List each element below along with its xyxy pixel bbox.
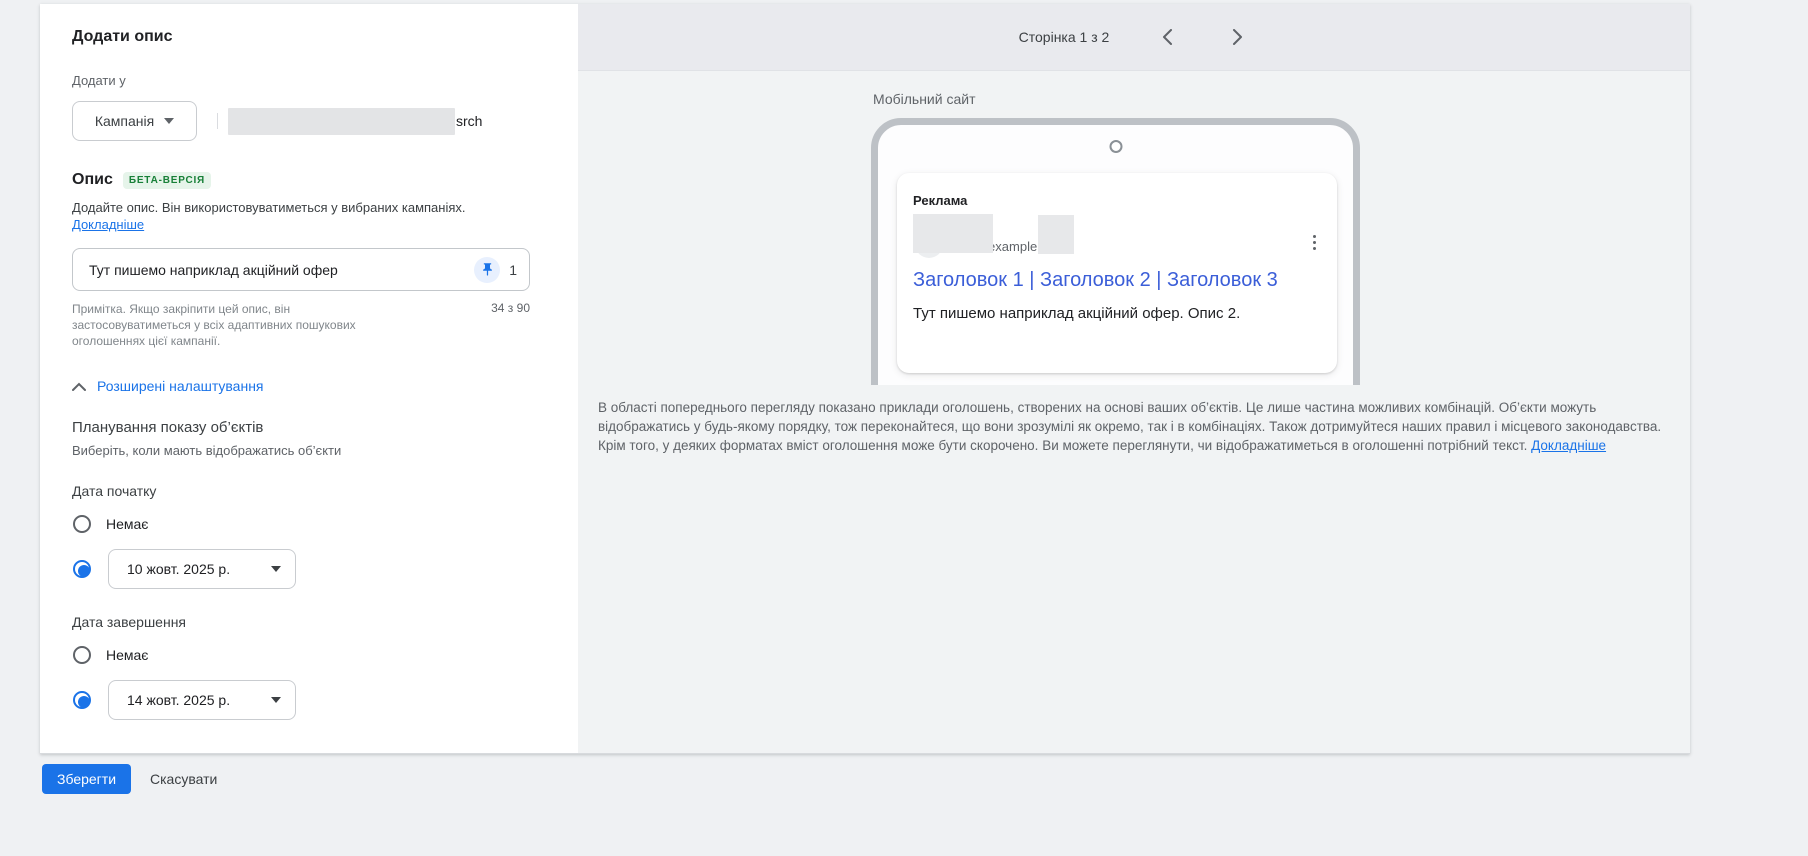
pagination-label: Сторінка 1 з 2 [1019,29,1110,45]
footer-actions: Зберегти Скасувати [42,764,217,794]
end-date-label: Дата завершення [72,614,546,630]
start-date-value-row: 10 жовт. 2025 р. [72,549,546,589]
end-date-value: 14 жовт. 2025 р. [127,692,230,708]
cancel-button[interactable]: Скасувати [150,771,217,787]
help-text-body: Додайте опис. Він використовуватиметься … [72,200,466,215]
end-date-none-label: Немає [106,647,148,663]
start-date-radio-selected[interactable] [73,560,91,578]
learn-more-link[interactable]: Докладніше [72,217,144,232]
beta-badge: БЕТА-ВЕРСІЯ [123,172,211,189]
note-row: Примітка. Якщо закріпити цей опис, він з… [72,301,530,349]
chevron-up-icon [72,382,86,391]
save-button[interactable]: Зберегти [42,764,131,794]
preview-viewport: Мобільний сайт Реклама www.example.com З… [578,71,1690,385]
end-date-none-row: Немає [72,644,546,666]
form-panel: Додати опис Додати у Кампанія srch Опис … [40,4,578,753]
preview-disclaimer: В області попереднього перегляду показан… [598,398,1676,455]
char-counter: 34 з 90 [491,301,530,349]
add-to-label: Додати у [72,73,546,88]
ad-preview-card: Реклама www.example.com Заголовок 1 | За… [897,173,1337,373]
pin-note: Примітка. Якщо закріпити цей опис, він з… [72,301,402,349]
start-date-label: Дата початку [72,483,546,499]
previous-page-button[interactable] [1155,25,1179,49]
scheduling-subtext: Виберіть, коли мають відображатись об’єк… [72,443,546,458]
caret-down-icon [271,697,281,703]
ad-source-row: www.example.com [913,214,1313,256]
chevron-right-icon [1232,29,1243,45]
description-input[interactable] [89,262,474,278]
pin-position-count: 1 [509,262,517,278]
page: Додати опис Додати у Кампанія srch Опис … [0,0,1808,856]
disclaimer-learn-more-link[interactable]: Докладніше [1531,438,1606,453]
start-date-none-row: Немає [72,513,546,535]
start-date-none-radio[interactable] [73,515,91,533]
end-date-dropdown[interactable]: 14 жовт. 2025 р. [108,680,296,720]
disclaimer-body: В області попереднього перегляду показан… [598,400,1661,453]
phone-mockup: Реклама www.example.com Заголовок 1 | За… [871,118,1360,385]
ad-description: Тут пишемо наприклад акційний офер. Опис… [913,305,1313,322]
add-description-dialog: Додати опис Додати у Кампанія srch Опис … [40,4,1690,754]
chevron-left-icon [1162,29,1173,45]
advanced-settings-toggle[interactable]: Розширені налаштування [72,378,546,394]
page-title: Додати опис [72,28,546,46]
start-date-dropdown[interactable]: 10 жовт. 2025 р. [108,549,296,589]
start-date-none-label: Немає [106,516,148,532]
end-date-radio-selected[interactable] [73,691,91,709]
campaign-name-redacted [228,108,455,135]
next-page-button[interactable] [1225,25,1249,49]
divider [217,113,218,129]
ad-options-kebab-icon[interactable] [1305,231,1323,253]
preview-pagination-bar: Сторінка 1 з 2 [578,4,1690,71]
description-help-text: Додайте опис. Він використовуватиметься … [72,199,504,233]
level-selector-dropdown[interactable]: Кампанія [72,101,197,141]
description-input-box: 1 [72,248,530,291]
advanced-settings-label: Розширені налаштування [97,378,264,394]
end-date-value-row: 14 жовт. 2025 р. [72,680,546,720]
ad-headline-link[interactable]: Заголовок 1 | Заголовок 2 | Заголовок 3 [913,269,1313,292]
caret-down-icon [164,118,174,124]
advertiser-name-redacted [1038,215,1074,254]
phone-camera-icon [1109,140,1122,153]
scheduling-heading: Планування показу об’єктів [72,419,546,436]
campaign-name-suffix: srch [456,113,482,129]
advertiser-name-redacted [913,214,993,253]
caret-down-icon [271,566,281,572]
add-to-row: Кампанія srch [72,101,546,141]
description-heading-row: Опис БЕТА-ВЕРСІЯ [72,171,546,189]
device-label: Мобільний сайт [873,91,975,107]
level-selector-value: Кампанія [95,113,154,129]
start-date-value: 10 жовт. 2025 р. [127,561,230,577]
preview-panel: Сторінка 1 з 2 Мобільний сайт [578,4,1690,753]
pin-button[interactable] [474,257,500,283]
end-date-none-radio[interactable] [73,646,91,664]
description-heading: Опис [72,171,113,189]
pin-icon [480,262,495,277]
ad-badge: Реклама [913,193,1313,208]
